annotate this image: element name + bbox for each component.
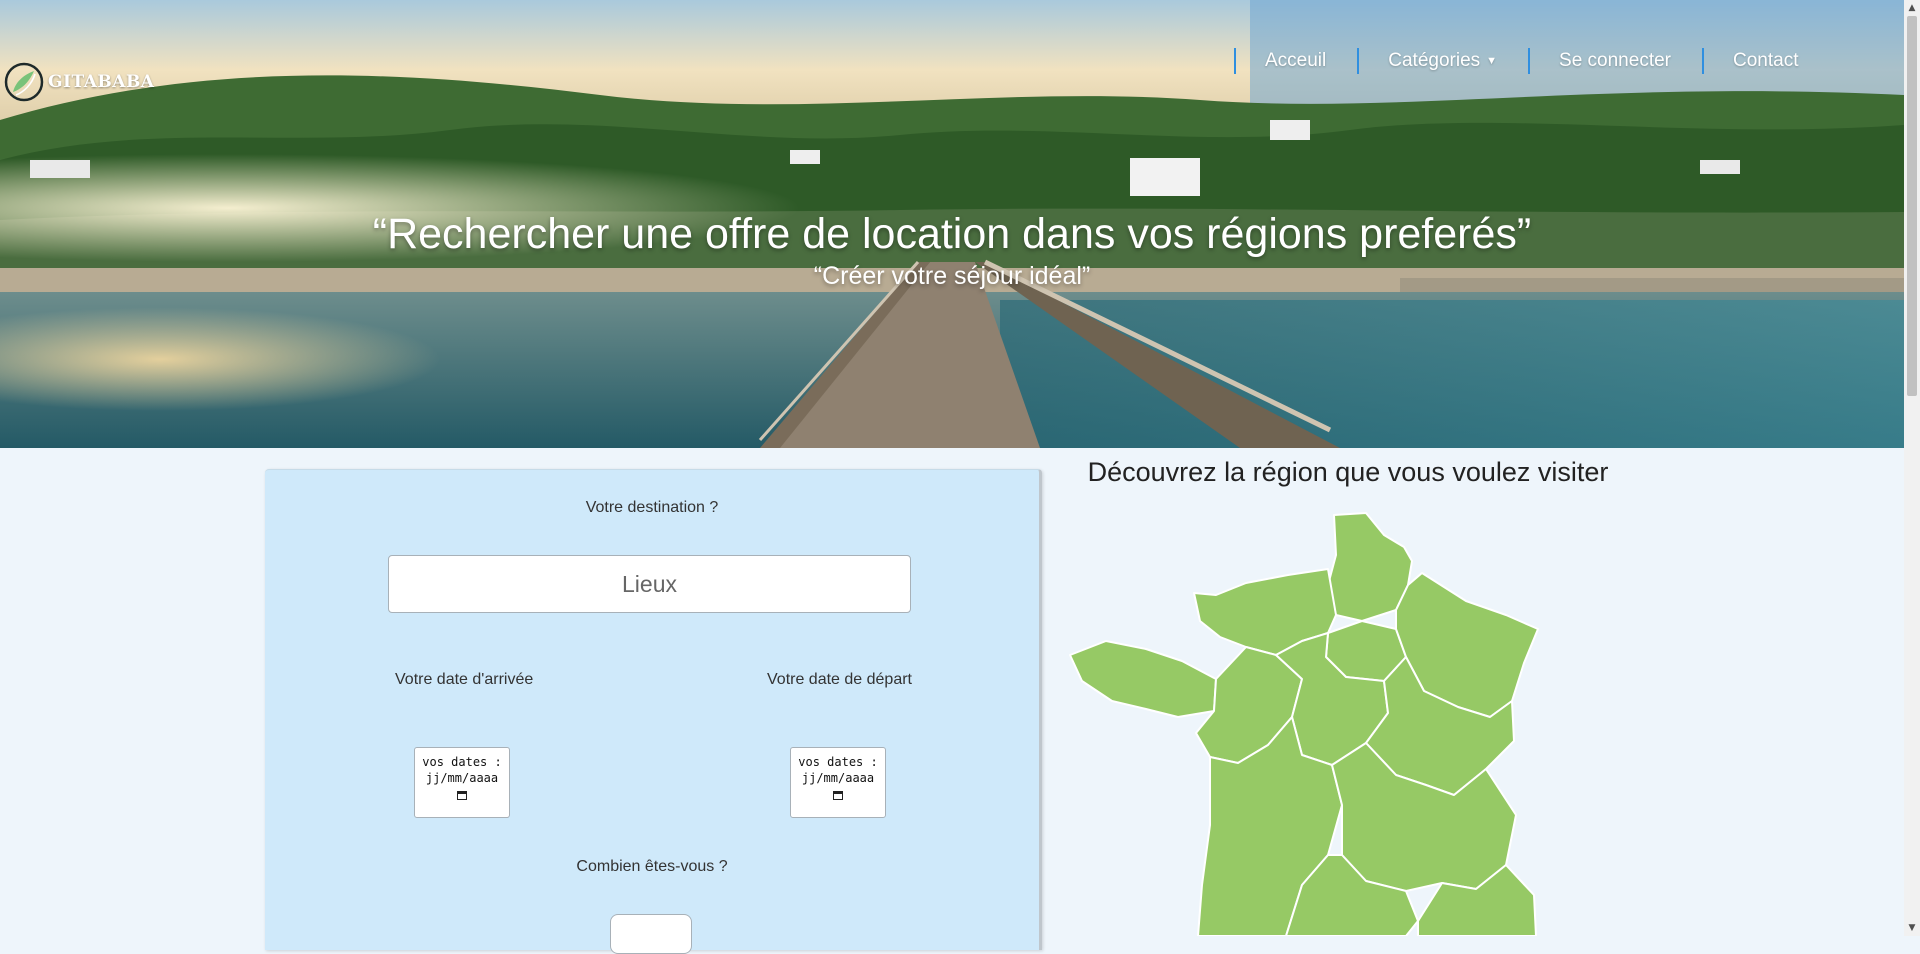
map-title: Découvrez la région que vous voulez visi… bbox=[1087, 457, 1609, 487]
nav-item-label: Acceuil bbox=[1265, 50, 1327, 71]
departure-date-input[interactable]: vos dates : jj/mm/aaaa bbox=[790, 747, 886, 818]
date-prefix: vos dates : bbox=[422, 755, 502, 769]
hero-title: “Rechercher une offre de location dans v… bbox=[372, 210, 1532, 258]
arrival-date-input[interactable]: vos dates : jj/mm/aaaa bbox=[414, 747, 510, 818]
region-bretagne[interactable] bbox=[1069, 640, 1217, 718]
nav-item-se-connecter[interactable]: Se connecter bbox=[1528, 48, 1702, 74]
date-format: jj/mm/aaaa bbox=[425, 771, 499, 785]
departure-date-label: Votre date de départ bbox=[767, 671, 912, 688]
scroll-up-icon[interactable]: ▲ bbox=[1904, 0, 1920, 16]
scroll-thumb[interactable] bbox=[1907, 16, 1917, 396]
people-count-label: Combien êtes-vous ? bbox=[576, 858, 728, 875]
france-regions-map bbox=[1069, 512, 1539, 936]
brand-name: GITABABA bbox=[48, 72, 155, 92]
nav-item-acceuil[interactable]: Acceuil bbox=[1234, 48, 1357, 74]
logo-globe-icon bbox=[4, 62, 44, 102]
nav-item-categories[interactable]: Catégories ▼ bbox=[1357, 48, 1528, 74]
hero-banner: GITABABA Acceuil Catégories ▼ Se connecte… bbox=[0, 0, 1904, 448]
nav-item-label: Contact bbox=[1733, 50, 1799, 71]
main-nav: Acceuil Catégories ▼ Se connecter Contact bbox=[1234, 48, 1829, 74]
nav-item-contact[interactable]: Contact bbox=[1702, 48, 1829, 74]
arrival-date-label: Votre date d'arrivée bbox=[395, 671, 534, 688]
calendar-icon[interactable] bbox=[457, 790, 467, 800]
date-format: jj/mm/aaaa bbox=[801, 771, 875, 785]
calendar-icon[interactable] bbox=[833, 790, 843, 800]
nav-item-label: Catégories bbox=[1388, 50, 1481, 72]
destination-label: Votre destination ? bbox=[585, 499, 719, 516]
date-prefix: vos dates : bbox=[798, 755, 878, 769]
caret-down-icon: ▼ bbox=[1486, 55, 1498, 67]
nav-item-label: Se connecter bbox=[1559, 50, 1671, 71]
brand-logo[interactable]: GITABABA bbox=[4, 62, 155, 102]
search-panel: Votre destination ? Votre date d'arrivée… bbox=[265, 469, 1042, 954]
destination-input[interactable] bbox=[388, 555, 911, 613]
scroll-down-icon[interactable]: ▼ bbox=[1904, 920, 1920, 936]
people-count-input[interactable] bbox=[610, 914, 692, 954]
hero-subtitle: “Créer votre séjour idéal” bbox=[813, 262, 1091, 290]
page-scrollbar[interactable]: ▲ ▼ bbox=[1904, 0, 1920, 936]
